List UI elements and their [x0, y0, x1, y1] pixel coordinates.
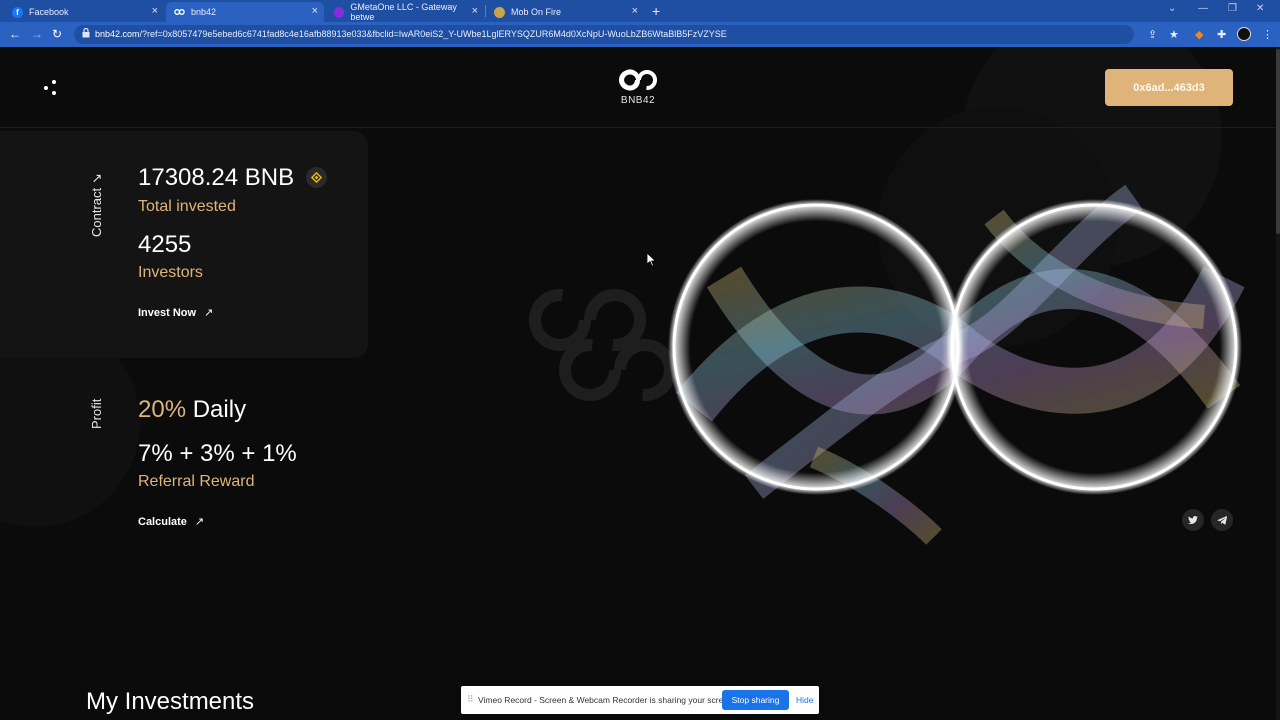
tab-gmetaone[interactable]: GMetaOne LLC - Gateway betwe ×	[326, 2, 484, 22]
wallet-address-button[interactable]: 0x6ad...463d3	[1105, 69, 1233, 106]
tab-title: bnb42	[191, 7, 217, 17]
tab-bnb42[interactable]: bnb42 ×	[166, 2, 324, 22]
infinity-hero-graphic	[668, 184, 1245, 545]
bnb-coin-icon	[306, 167, 327, 188]
new-tab-button[interactable]: +	[652, 3, 660, 19]
bnb42-logo-icon	[619, 69, 657, 91]
watermark-logo-icon	[529, 289, 676, 401]
minimize-window-button[interactable]: —	[1198, 3, 1208, 14]
contract-label-text: Contract	[89, 187, 104, 237]
url-field[interactable]: bnb42.com/?ref=0x8057479e5ebed6c6741fad8…	[74, 25, 1134, 44]
tab-mob-on-fire[interactable]: Mob On Fire ×	[486, 2, 644, 22]
bnb42-logo-icon	[174, 7, 185, 18]
browser-address-bar: ← → ↻ bnb42.com/?ref=0x8057479e5ebed6c67…	[0, 22, 1280, 47]
tab-title: Mob On Fire	[511, 7, 562, 17]
twitter-icon	[1188, 515, 1198, 524]
close-tab-icon[interactable]: ×	[472, 5, 478, 17]
close-tab-icon[interactable]: ×	[632, 5, 638, 17]
browser-menu-icon[interactable]: ⋮	[1262, 28, 1273, 41]
daily-percent: 20%	[138, 396, 187, 423]
hide-notice-link[interactable]: Hide	[796, 695, 813, 705]
close-window-button[interactable]: ✕	[1256, 3, 1264, 14]
close-tab-icon[interactable]: ×	[312, 5, 318, 17]
arrow-up-right-icon: ↗	[91, 170, 103, 186]
calculate-link[interactable]: Calculate ↗	[138, 515, 204, 528]
facebook-icon: f	[12, 6, 23, 18]
invest-now-text: Invest Now	[138, 307, 197, 319]
url-path: /?ref=0x8057479e5ebed6c6741fad8c4e16afb8…	[139, 29, 727, 39]
referral-values: 7% + 3% + 1%	[138, 440, 297, 467]
tab-facebook[interactable]: f Facebook ×	[4, 2, 164, 22]
telegram-icon	[1217, 515, 1227, 525]
investors-count: 4255	[138, 231, 192, 258]
drag-handle-icon[interactable]: ⠿	[467, 694, 474, 705]
daily-word: Daily	[192, 396, 247, 423]
page-scrollbar[interactable]	[1276, 47, 1280, 720]
lock-icon	[82, 28, 90, 38]
gmetaone-icon	[334, 6, 345, 18]
share-message: Vimeo Record - Screen & Webcam Recorder …	[478, 695, 736, 705]
scrollbar-thumb[interactable]	[1276, 49, 1280, 234]
metamask-extension-icon[interactable]: ◆	[1195, 28, 1203, 41]
total-invested-value: 17308.24 BNB	[138, 164, 295, 191]
invest-now-link[interactable]: Invest Now ↗	[138, 306, 213, 319]
referral-reward-label: Referral Reward	[138, 473, 255, 490]
arrow-up-right-icon: ↗	[204, 307, 214, 319]
browser-tab-bar: f Facebook × bnb42 × GMetaOne LLC - Gate…	[0, 0, 1280, 22]
stop-sharing-button[interactable]: Stop sharing	[722, 690, 789, 710]
mouse-cursor-icon	[647, 253, 657, 267]
mob-on-fire-icon	[494, 6, 505, 18]
calculate-text: Calculate	[138, 516, 187, 528]
total-invested-label: Total invested	[138, 198, 236, 215]
profit-section-label: Profit	[89, 398, 104, 429]
logo-text: BNB42	[620, 95, 656, 106]
forward-button[interactable]: →	[31, 27, 43, 41]
daily-profit: 20% Daily	[138, 396, 246, 424]
tab-search-icon[interactable]: ⌄	[1168, 3, 1176, 14]
tab-title: GMetaOne LLC - Gateway betwe	[350, 2, 457, 22]
restore-window-button[interactable]: ❐	[1228, 3, 1237, 14]
profile-avatar[interactable]	[1237, 27, 1251, 41]
share-icon[interactable]: ⇪	[1148, 28, 1157, 41]
close-tab-icon[interactable]: ×	[152, 5, 158, 17]
site-logo[interactable]: BNB42	[612, 67, 664, 106]
back-button[interactable]: ←	[9, 27, 21, 41]
page-content: BNB42 0x6ad...463d3 Contract ↗ 17308.24 …	[0, 47, 1280, 720]
reload-button[interactable]: ↻	[52, 27, 62, 41]
twitter-button[interactable]	[1182, 509, 1204, 531]
extensions-puzzle-icon[interactable]: ✚	[1217, 28, 1226, 41]
my-investments-heading: My Investments	[86, 688, 255, 715]
bookmark-star-icon[interactable]: ★	[1169, 28, 1179, 41]
header-divider	[0, 127, 1280, 128]
tab-title: Facebook	[29, 7, 69, 17]
screen-share-notice: ⠿ Vimeo Record - Screen & Webcam Recorde…	[461, 686, 819, 714]
url-text: bnb42.com/?ref=0x8057479e5ebed6c6741fad8…	[95, 29, 727, 39]
investors-label: Investors	[138, 264, 203, 281]
telegram-button[interactable]	[1211, 509, 1233, 531]
contract-section-label[interactable]: Contract ↗	[89, 170, 105, 237]
url-host: bnb42.com	[95, 29, 140, 39]
menu-icon[interactable]	[44, 78, 64, 98]
arrow-up-right-icon: ↗	[194, 516, 205, 528]
